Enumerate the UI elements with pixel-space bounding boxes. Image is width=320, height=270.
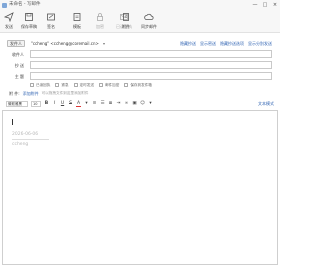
attachment-label: 附件 [122, 24, 130, 29]
font-family-select[interactable]: 微软雅黑 [6, 101, 28, 107]
window-title: 未命名 - 写邮件 [9, 2, 41, 7]
template-label: 模板 [73, 24, 81, 29]
hide-cc-options-link[interactable]: 隐藏抄送选项 [220, 40, 244, 47]
italic-icon[interactable]: I [52, 101, 57, 107]
signature-label: 签名 [47, 24, 55, 29]
title-bar: 未命名 - 写邮件 — □ × [0, 0, 280, 10]
numbered-list-icon[interactable]: ☰ [100, 101, 105, 107]
indent-icon[interactable]: ⇥ [116, 101, 121, 107]
align-icon[interactable]: ≣ [108, 101, 113, 107]
to-input[interactable] [30, 50, 272, 58]
subject-row: 主 题 [0, 71, 280, 82]
save-icon [25, 13, 33, 21]
hide-cc-link[interactable]: 隐藏抄送 [180, 40, 196, 47]
option-encrypt[interactable]: 邮件加密 [98, 82, 119, 88]
underline-icon[interactable]: U [60, 101, 65, 107]
save-draft-label: 保存草稿 [21, 24, 37, 29]
send-icon [4, 12, 14, 22]
signature-name: ccheng [12, 142, 29, 147]
encrypt-button[interactable]: 加密 [93, 12, 107, 32]
toolbar: 发送 保存草稿 签名 模板 加密 已读回执 附件 同步邮件 [0, 10, 280, 33]
emoji-icon[interactable]: ☺ [140, 101, 145, 107]
minimize-button[interactable]: — [252, 1, 258, 9]
sync-cloud-button[interactable]: 同步邮件 [138, 12, 160, 32]
text-caret [12, 119, 13, 125]
add-attachment-link[interactable]: 添加附件 [23, 91, 39, 97]
cc-input[interactable] [30, 61, 272, 69]
to-label: 收件人 [12, 52, 24, 57]
attachment-icon [123, 13, 129, 21]
checkbox[interactable] [55, 83, 60, 87]
checkbox[interactable] [73, 83, 78, 87]
cc-label: 抄 送 [14, 63, 24, 68]
option-read-receipt[interactable]: 已读回执 [30, 82, 50, 88]
maximize-button[interactable]: □ [262, 1, 268, 9]
attachment-hint: 可以拖拽文件到这里添加附件 [41, 91, 89, 95]
send-button[interactable]: 发送 [2, 12, 16, 32]
window-controls: — □ × [252, 1, 278, 9]
send-label: 发送 [5, 24, 13, 29]
save-draft-button[interactable]: 保存草稿 [20, 12, 38, 32]
app-icon [2, 3, 7, 8]
subject-input[interactable] [30, 72, 272, 80]
attachment-button-visual: 附件 [119, 12, 133, 32]
cc-row: 抄 送 [0, 60, 280, 71]
template-icon [73, 13, 81, 21]
from-label-button[interactable]: 发件人 [7, 40, 25, 47]
attachment-row-label: 附 件: [9, 90, 20, 96]
encrypt-label: 加密 [96, 24, 104, 29]
option-save-sent[interactable]: 保存到发件箱 [124, 82, 152, 88]
bullet-list-icon[interactable]: ≡ [92, 101, 97, 107]
option-urgent[interactable]: 紧急 [55, 82, 69, 88]
checkbox[interactable] [30, 83, 34, 87]
more-icon[interactable]: ▾ [148, 101, 153, 107]
signature-icon [47, 13, 55, 21]
header-links: 隐藏抄送 显示密送 隐藏抄送选项 显示分别发送 [180, 40, 272, 47]
option-scheduled[interactable]: 定时发送 [73, 82, 94, 88]
subject-label: 主 题 [14, 74, 24, 79]
checkbox[interactable] [98, 83, 103, 87]
chevron-down-icon[interactable]: ▾ [103, 41, 105, 46]
send-separately-link[interactable]: 显示分别发送 [248, 40, 272, 47]
font-size-select[interactable]: 10 [31, 101, 41, 107]
lock-icon [97, 13, 103, 21]
from-row: 发件人 "ccheng" <ccheng@coremail.cn> ▾ 隐藏抄送… [0, 38, 280, 49]
close-button[interactable]: × [272, 1, 278, 9]
from-value[interactable]: "ccheng" <ccheng@coremail.cn> [31, 40, 99, 47]
bold-icon[interactable]: B [44, 101, 49, 107]
attachment-row: 附 件: 添加附件 可以拖拽文件到这里添加附件 [9, 90, 88, 97]
cloud-icon [144, 13, 154, 20]
message-body-editor[interactable]: 2026-06-06 ccheng [2, 110, 278, 265]
sync-cloud-label: 同步邮件 [141, 24, 157, 29]
to-row: 收件人 [0, 49, 280, 60]
image-icon[interactable]: ▣ [132, 101, 137, 107]
compose-window: 未命名 - 写邮件 — □ × 发送 保存草稿 签名 模板 加密 已读回执 附件… [0, 0, 280, 270]
send-options: 已读回执 紧急 定时发送 邮件加密 保存到发件箱 [30, 82, 152, 88]
text-mode-link[interactable]: 文本模式 [258, 100, 274, 108]
signature-button[interactable]: 签名 [44, 12, 58, 32]
signature-date: 2026-06-06 [12, 132, 39, 137]
signature-divider [12, 139, 49, 140]
link-icon[interactable]: ∞ [124, 101, 129, 107]
font-color-icon[interactable]: A [76, 101, 81, 107]
highlight-icon[interactable]: ▾ [84, 101, 89, 107]
strikethrough-icon[interactable]: S [68, 101, 73, 107]
checkbox[interactable] [124, 83, 129, 87]
template-button[interactable]: 模板 [70, 12, 84, 32]
format-toolbar: 微软雅黑 10 B I U S A ▾ ≡ ☰ ≣ ⇥ ∞ ▣ ☺ ▾ 文本模式 [6, 100, 276, 108]
show-bcc-link[interactable]: 显示密送 [200, 40, 216, 47]
